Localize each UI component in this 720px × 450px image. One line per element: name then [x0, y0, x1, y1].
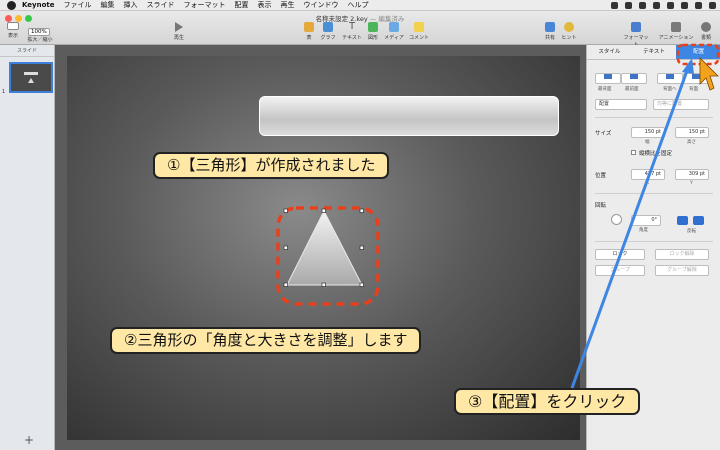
- overlay-graphics: [570, 43, 720, 389]
- pointer-arrow-line: [570, 67, 690, 389]
- pointer-arrow-head: [682, 58, 694, 74]
- keynote-screen: Keynote ファイル 編集 挿入 スライド フォーマット 配置 表示 再生 …: [0, 0, 720, 450]
- arrange-tab-highlight: [676, 43, 720, 66]
